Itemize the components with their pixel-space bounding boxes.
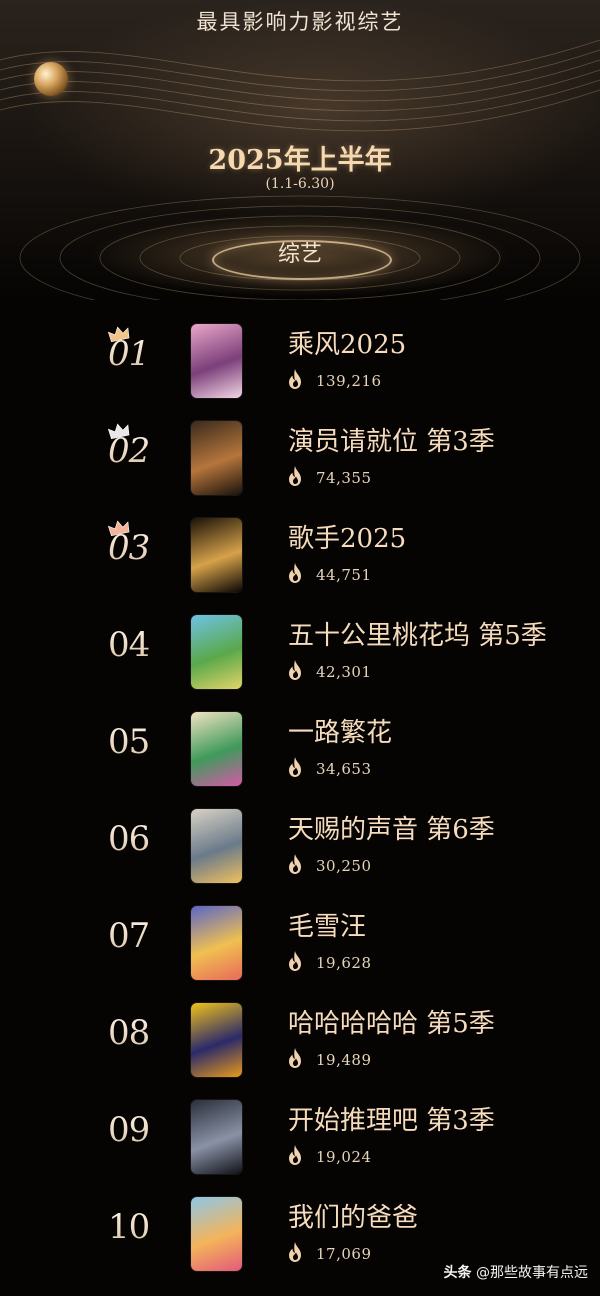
ranking-item[interactable]: 02 演员请就位 第3季 74,355 [0, 415, 600, 505]
period-range: (1.1-6.30) [265, 176, 335, 192]
show-poster[interactable] [191, 712, 242, 786]
heat-value: 139,216 [316, 372, 382, 390]
watermark-platform: 头条 [443, 1265, 472, 1281]
flame-icon [289, 466, 301, 486]
flame-icon [289, 854, 301, 874]
ranking-item[interactable]: 09 开始推理吧 第3季 19,024 [0, 1094, 600, 1184]
watermark: 头条 @那些故事有点远 [444, 1262, 588, 1282]
show-poster[interactable] [191, 906, 242, 980]
show-title[interactable]: 哈哈哈哈哈 第5季 [288, 1003, 495, 1040]
show-title[interactable]: 五十公里桃花坞 第5季 [288, 615, 547, 652]
rank-number: 09 [108, 1110, 178, 1150]
period-title: 2025年上半年 [208, 145, 392, 176]
heat-value: 42,301 [316, 663, 372, 681]
watermark-account: @那些故事有点远 [476, 1265, 588, 1281]
category-label: 综艺 [277, 242, 322, 267]
flame-icon [289, 369, 301, 389]
show-title[interactable]: 演员请就位 第3季 [288, 421, 495, 458]
flame-icon [289, 563, 301, 583]
show-title[interactable]: 歌手2025 [288, 518, 406, 555]
show-poster[interactable] [191, 1100, 242, 1174]
flame-icon [289, 951, 301, 971]
heat-value: 30,250 [316, 857, 372, 875]
heat-value: 19,628 [316, 954, 372, 972]
bronze-crown-icon [108, 520, 130, 536]
show-poster[interactable] [191, 1197, 242, 1271]
flame-icon [289, 1048, 301, 1068]
heat-value: 17,069 [316, 1245, 372, 1263]
heat-value: 19,024 [316, 1148, 372, 1166]
show-title[interactable]: 乘风2025 [288, 324, 406, 361]
show-poster[interactable] [191, 421, 242, 495]
show-poster[interactable] [191, 324, 242, 398]
show-title[interactable]: 毛雪汪 [288, 906, 366, 943]
gold-crown-icon [108, 326, 130, 342]
heat-value: 34,653 [316, 760, 372, 778]
show-poster[interactable] [191, 1003, 242, 1077]
silver-crown-icon [108, 423, 130, 439]
ranking-item[interactable]: 05 一路繁花 34,653 [0, 706, 600, 796]
heat-value: 74,355 [316, 469, 372, 487]
rank-number: 05 [108, 722, 178, 762]
rank-number: 07 [108, 916, 178, 956]
hero-banner: 最具影响力影视综艺 2025年上半年 (1.1-6.30) 综艺 [0, 0, 600, 300]
ranking-item[interactable]: 04 五十公里桃花坞 第5季 42,301 [0, 609, 600, 699]
page-title: 最具影响力影视综艺 [196, 10, 404, 34]
show-poster[interactable] [191, 615, 242, 689]
ranking-item[interactable]: 01 乘风2025 139,216 [0, 318, 600, 408]
show-title[interactable]: 我们的爸爸 [288, 1197, 418, 1234]
rank-number: 10 [108, 1207, 178, 1247]
ranking-item[interactable]: 07 毛雪汪 19,628 [0, 900, 600, 990]
show-title[interactable]: 一路繁花 [288, 712, 392, 749]
rank-number: 04 [108, 625, 178, 665]
gold-orb-decoration [34, 62, 68, 96]
rank-number: 06 [108, 819, 178, 859]
ranking-item[interactable]: 08 哈哈哈哈哈 第5季 19,489 [0, 997, 600, 1087]
ranking-item[interactable]: 06 天赐的声音 第6季 30,250 [0, 803, 600, 893]
flame-icon [289, 660, 301, 680]
show-title[interactable]: 开始推理吧 第3季 [288, 1100, 495, 1137]
show-poster[interactable] [191, 809, 242, 883]
heat-value: 19,489 [316, 1051, 372, 1069]
flame-icon [289, 1145, 301, 1165]
flame-icon [289, 1242, 301, 1262]
show-poster[interactable] [191, 518, 242, 592]
ranking-item[interactable]: 03 歌手2025 44,751 [0, 512, 600, 602]
flame-icon [289, 757, 301, 777]
show-title[interactable]: 天赐的声音 第6季 [288, 809, 495, 846]
rank-number: 08 [108, 1013, 178, 1053]
heat-value: 44,751 [316, 566, 372, 584]
